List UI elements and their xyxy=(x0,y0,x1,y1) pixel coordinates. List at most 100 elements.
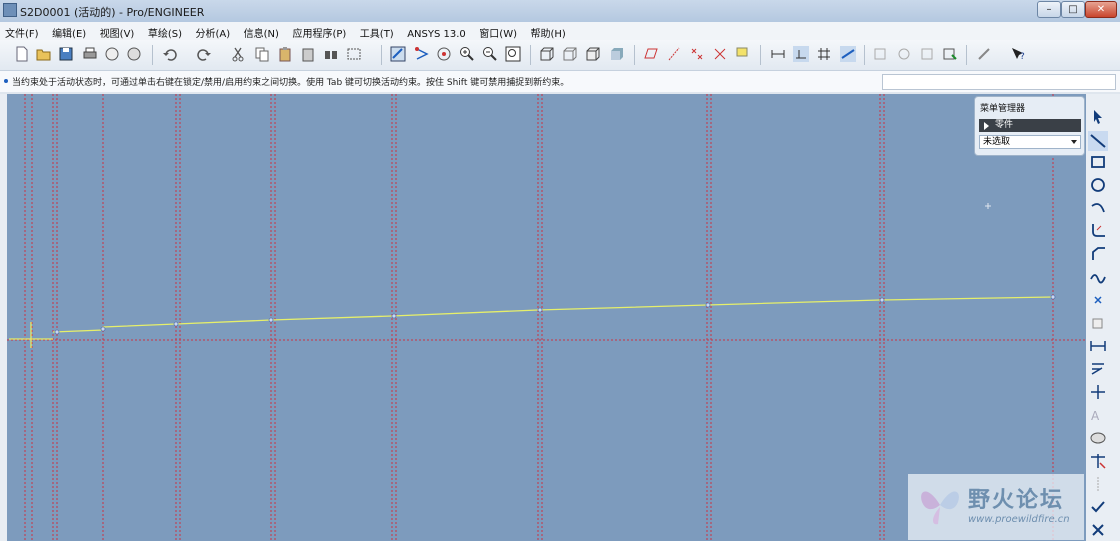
menu-item-part-label: 零件 xyxy=(995,120,1014,130)
sketch-vertices[interactable] xyxy=(54,294,1056,335)
pointer-mode-icon[interactable] xyxy=(942,46,958,62)
dimension-icon[interactable] xyxy=(1088,336,1108,356)
menu-help[interactable]: 帮助(H) xyxy=(526,22,571,40)
toolbar-separator xyxy=(530,45,531,65)
arc-icon[interactable] xyxy=(1088,198,1108,218)
datum-point-icon[interactable] xyxy=(689,46,705,62)
send-icon[interactable] xyxy=(104,46,120,62)
select-arrow-icon[interactable] xyxy=(1088,107,1108,127)
menu-edit[interactable]: 编辑(E) xyxy=(47,22,91,40)
butterfly-logo-icon xyxy=(921,491,959,525)
menu-bar: 文件(F) 编辑(E) 视图(V) 草绘(S) 分析(A) 信息(N) 应用程序… xyxy=(0,22,1120,40)
rectangle-icon[interactable] xyxy=(1088,152,1108,172)
menu-file[interactable]: 文件(F) xyxy=(0,22,44,40)
undo-icon[interactable] xyxy=(162,46,178,62)
left-panel-edge[interactable] xyxy=(0,94,7,541)
menu-info[interactable]: 信息(N) xyxy=(239,22,284,40)
maximize-button[interactable]: □ xyxy=(1061,1,1085,18)
toolbar-separator xyxy=(634,45,635,65)
fillet-icon[interactable] xyxy=(1088,221,1108,241)
command-search-input[interactable] xyxy=(882,74,1116,90)
menu-window[interactable]: 窗口(W) xyxy=(474,22,522,40)
toolbar-separator xyxy=(864,45,865,65)
spline-icon[interactable] xyxy=(1088,267,1108,287)
open-icon[interactable] xyxy=(36,46,52,62)
mirror-icon[interactable] xyxy=(1088,474,1108,494)
modify-icon[interactable] xyxy=(1088,359,1108,379)
cut-icon[interactable] xyxy=(230,46,246,62)
crosshair-cursor-icon xyxy=(985,203,991,209)
accept-icon[interactable] xyxy=(1088,497,1108,517)
offset-icon[interactable] xyxy=(1088,313,1108,333)
toolbar-separator xyxy=(760,45,761,65)
menu-analysis[interactable]: 分析(A) xyxy=(191,22,236,40)
toolbar-separator xyxy=(966,45,967,65)
paste-icon[interactable] xyxy=(277,46,293,62)
palette-icon[interactable] xyxy=(1088,428,1108,448)
redo-icon[interactable] xyxy=(196,46,212,62)
cancel-icon[interactable] xyxy=(1088,520,1108,540)
line-icon[interactable] xyxy=(1088,131,1108,151)
point-icon[interactable] xyxy=(1088,290,1108,310)
title-bar: S2D0001 (活动的) - Pro/ENGINEER – □ ✕ xyxy=(0,0,1120,22)
grid-display-icon[interactable] xyxy=(816,46,832,62)
regenerate-icon[interactable] xyxy=(323,46,339,62)
menu-view[interactable]: 视图(V) xyxy=(95,22,140,40)
circle-icon[interactable] xyxy=(1088,175,1108,195)
select-box-icon[interactable] xyxy=(346,46,362,62)
context-help-icon[interactable]: ? xyxy=(1010,46,1026,62)
paste-special-icon[interactable] xyxy=(300,46,316,62)
annotation-icon[interactable] xyxy=(735,46,751,62)
svg-text:A: A xyxy=(1091,409,1100,423)
close-button[interactable]: ✕ xyxy=(1085,1,1117,18)
chevron-down-icon xyxy=(1071,140,1077,144)
layers-icon[interactable] xyxy=(896,46,912,62)
watermark-title: 野火论坛 xyxy=(968,488,1065,513)
chamfer-icon[interactable] xyxy=(1088,244,1108,264)
model-tree-icon[interactable] xyxy=(872,46,888,62)
zoom-in-icon[interactable] xyxy=(459,46,475,62)
app-icon xyxy=(3,3,17,17)
save-icon[interactable] xyxy=(58,46,74,62)
datum-axis-icon[interactable] xyxy=(666,46,682,62)
menu-sketch[interactable]: 草绘(S) xyxy=(143,22,187,40)
window-title: S2D0001 (活动的) - Pro/ENGINEER xyxy=(20,6,205,19)
constraint-icon[interactable] xyxy=(1088,382,1108,402)
hidden-line-icon[interactable] xyxy=(562,46,578,62)
datum-plane-icon[interactable] xyxy=(643,46,659,62)
menu-item-part[interactable]: 零件 xyxy=(979,119,1081,132)
vertex-display-icon[interactable] xyxy=(840,46,856,62)
shaded-icon[interactable] xyxy=(609,46,625,62)
properties-icon[interactable] xyxy=(919,46,935,62)
svg-text:?: ? xyxy=(1020,52,1025,62)
menu-tools[interactable]: 工具(T) xyxy=(355,22,399,40)
minimize-button[interactable]: – xyxy=(1037,1,1061,18)
watermark-url: www.proewildfire.cn xyxy=(968,514,1070,525)
wireframe-icon[interactable] xyxy=(539,46,555,62)
selection-value: 未选取 xyxy=(983,137,1011,147)
coord-sys-icon[interactable] xyxy=(712,46,728,62)
toolbar-separator xyxy=(152,45,153,65)
spin-center-icon[interactable] xyxy=(436,46,452,62)
refit-icon[interactable] xyxy=(505,46,521,62)
status-message: 当约束处于活动状态时，可通过单击右键在锁定/禁用/启用约束之间切换。使用 Tab… xyxy=(12,78,570,88)
menu-applications[interactable]: 应用程序(P) xyxy=(287,22,351,40)
menu-manager-panel: 菜单管理器 零件 未选取 xyxy=(974,96,1085,156)
copy-icon[interactable] xyxy=(254,46,270,62)
constraint-display-icon[interactable] xyxy=(793,46,809,62)
print-icon[interactable] xyxy=(82,46,98,62)
trim-icon[interactable] xyxy=(1088,451,1108,471)
new-icon[interactable] xyxy=(14,46,30,62)
expand-triangle-icon xyxy=(984,122,989,130)
repaint-icon[interactable] xyxy=(390,46,406,62)
text-icon[interactable]: A xyxy=(1088,405,1108,425)
menu-ansys[interactable]: ANSYS 13.0 xyxy=(402,26,471,40)
email-icon[interactable] xyxy=(126,46,142,62)
selection-dropdown[interactable]: 未选取 xyxy=(979,135,1081,149)
no-hidden-icon[interactable] xyxy=(585,46,601,62)
sketcher-settings-icon[interactable] xyxy=(976,46,992,62)
dim-display-icon[interactable] xyxy=(770,46,786,62)
zoom-out-icon[interactable] xyxy=(482,46,498,62)
forum-watermark: 野火论坛 www.proewildfire.cn xyxy=(908,474,1084,540)
sketch-orient-icon[interactable] xyxy=(414,46,430,62)
